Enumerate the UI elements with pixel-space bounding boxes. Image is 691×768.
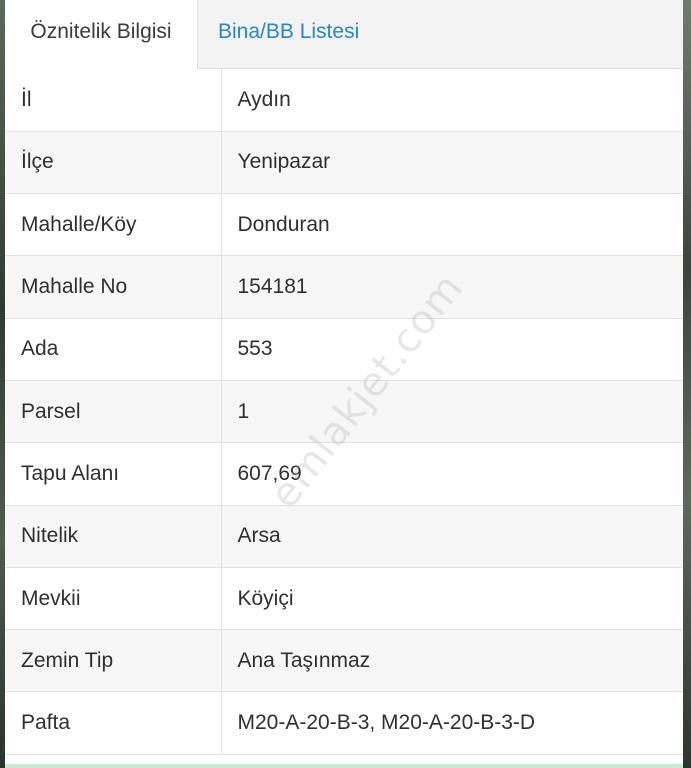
table-row: Mahalle/Köy Donduran — [5, 193, 683, 257]
table-row: Tapu Alanı 607,69 — [5, 442, 683, 506]
row-key-pafta: Pafta — [5, 691, 222, 755]
table-row: Zemin Tip Ana Taşınmaz — [5, 629, 683, 693]
table-row: Ada 553 — [5, 318, 683, 381]
row-key-ada: Ada — [5, 318, 222, 381]
row-value-il: Aydın — [221, 69, 683, 132]
row-value-pafta: M20-A-20-B-3, M20-A-20-B-3-D — [221, 691, 683, 755]
tab-attribute-info[interactable]: Öznitelik Bilgisi — [5, 0, 198, 69]
row-value-tapu-alani: 607,69 — [221, 442, 683, 506]
table-row: Pafta M20-A-20-B-3, M20-A-20-B-3-D — [5, 691, 683, 755]
row-value-zemin-tip: Ana Taşınmaz — [221, 629, 683, 693]
row-key-mevkii: Mevkii — [5, 567, 222, 631]
bottom-strip — [5, 764, 683, 768]
row-key-il: İl — [5, 69, 222, 132]
row-key-tapu-alani: Tapu Alanı — [5, 442, 222, 506]
row-value-nitelik: Arsa — [221, 505, 683, 568]
table-row: İl Aydın — [5, 69, 683, 132]
table-row: Mevkii Köyiçi — [5, 567, 683, 631]
row-value-mahalle-koy: Donduran — [221, 193, 683, 257]
table-row: Parsel 1 — [5, 380, 683, 444]
table-row: Nitelik Arsa — [5, 505, 683, 568]
tab-building-list[interactable]: Bina/BB Listesi — [199, 0, 377, 69]
row-key-ilce: İlçe — [5, 131, 222, 195]
row-value-ilce: Yenipazar — [221, 131, 683, 195]
background-edge-right — [683, 0, 691, 768]
attribute-panel: Öznitelik Bilgisi Bina/BB Listesi İl Ayd… — [5, 0, 683, 768]
row-key-parsel: Parsel — [5, 380, 222, 444]
row-key-mahalle-koy: Mahalle/Köy — [5, 193, 222, 257]
row-value-parsel: 1 — [221, 380, 683, 444]
row-key-nitelik: Nitelik — [5, 505, 222, 568]
table-row: İlçe Yenipazar — [5, 131, 683, 195]
row-value-ada: 553 — [221, 318, 683, 381]
row-value-mevkii: Köyiçi — [221, 567, 683, 631]
attribute-table: İl Aydın İlçe Yenipazar Mahalle/Köy Dond… — [5, 69, 683, 755]
row-value-mahalle-no: 154181 — [221, 255, 683, 319]
table-row: Mahalle No 154181 — [5, 255, 683, 319]
tab-bar: Öznitelik Bilgisi Bina/BB Listesi — [5, 0, 683, 69]
row-key-zemin-tip: Zemin Tip — [5, 629, 222, 693]
row-key-mahalle-no: Mahalle No — [5, 255, 222, 319]
